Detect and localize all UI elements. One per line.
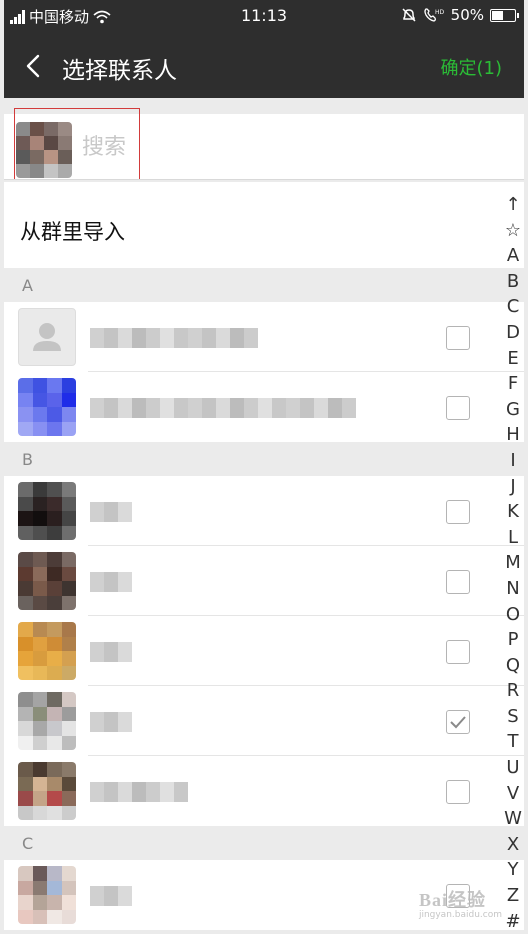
index-letter[interactable]: J: [510, 474, 515, 500]
index-letter[interactable]: Y: [508, 857, 519, 883]
contact-row[interactable]: [4, 476, 524, 546]
contact-name-blurred: [90, 502, 132, 522]
section-letter: A: [22, 276, 33, 295]
contact-name-blurred: [90, 398, 356, 418]
index-letter[interactable]: H: [506, 422, 520, 448]
contact-row[interactable]: [4, 372, 524, 442]
section-letter: B: [22, 450, 33, 469]
contact-row[interactable]: [4, 546, 524, 616]
index-letter[interactable]: #: [505, 909, 520, 934]
confirm-button[interactable]: 确定(1): [441, 54, 503, 80]
hd-call-icon: HD: [424, 8, 445, 22]
section-header-a: A: [4, 268, 524, 302]
alphabet-index-bar[interactable]: ↑ ☆ A B C D E F G H I J K L M N O P Q R S T U V W X Y Z #: [498, 192, 528, 934]
contact-avatar: [18, 692, 76, 750]
index-letter[interactable]: P: [508, 627, 519, 653]
import-from-group-row[interactable]: 从群里导入: [4, 182, 524, 268]
battery-percent: 50%: [450, 6, 484, 24]
contact-checkbox[interactable]: [446, 780, 470, 804]
contact-checkbox[interactable]: [446, 326, 470, 350]
import-from-group-label: 从群里导入: [20, 220, 125, 244]
index-letter[interactable]: M: [505, 550, 521, 576]
baidu-jingyan-watermark: Bai经验 jingyan.baidu.com: [418, 890, 502, 920]
mute-bell-icon: [402, 8, 416, 22]
contact-name-blurred: [90, 712, 132, 732]
contact-checkbox[interactable]: [446, 570, 470, 594]
index-letter[interactable]: R: [507, 678, 520, 704]
index-letter[interactable]: ↑: [505, 192, 520, 218]
search-input[interactable]: [82, 130, 502, 164]
index-letter[interactable]: D: [506, 320, 520, 346]
contact-avatar: [18, 552, 76, 610]
index-letter[interactable]: N: [506, 576, 519, 602]
contact-name-blurred: [90, 642, 132, 662]
index-letter[interactable]: A: [507, 243, 519, 269]
contact-name-blurred: [90, 328, 258, 348]
default-avatar-icon: [18, 308, 76, 366]
contact-avatar: [18, 762, 76, 820]
index-letter[interactable]: S: [507, 704, 518, 730]
section-header-b: B: [4, 442, 524, 476]
contact-name-blurred: [90, 782, 188, 802]
contact-name-blurred: [90, 886, 132, 906]
contact-row[interactable]: [4, 616, 524, 686]
search-area: [4, 108, 524, 180]
selected-contact-avatar[interactable]: [16, 122, 72, 178]
nav-bar: 选择联系人 确定(1): [4, 34, 524, 98]
contact-avatar: [18, 482, 76, 540]
back-arrow-icon[interactable]: [22, 54, 46, 78]
svg-text:HD: HD: [435, 9, 445, 16]
contact-checkbox[interactable]: [446, 396, 470, 420]
section-header-c: C: [4, 826, 524, 860]
index-letter[interactable]: I: [510, 448, 515, 474]
index-letter[interactable]: E: [507, 346, 518, 372]
contact-checkbox[interactable]: [446, 500, 470, 524]
status-bar: 中国移动 11:13 HD 50%: [4, 0, 524, 34]
index-letter[interactable]: C: [507, 294, 520, 320]
search-underline: [4, 179, 524, 180]
contact-checkbox[interactable]: [446, 710, 470, 734]
section-letter: C: [22, 834, 34, 853]
index-letter[interactable]: ☆: [505, 218, 521, 244]
contact-avatar: [18, 622, 76, 680]
index-letter[interactable]: X: [507, 832, 519, 858]
contact-name-blurred: [90, 572, 132, 592]
page-title: 选择联系人: [62, 58, 177, 84]
index-letter[interactable]: Q: [506, 653, 520, 679]
contact-row[interactable]: [4, 686, 524, 756]
contact-row[interactable]: [4, 756, 524, 826]
index-letter[interactable]: Z: [507, 883, 519, 909]
index-letter[interactable]: G: [506, 397, 520, 423]
contact-row[interactable]: [4, 302, 524, 372]
contact-avatar: [18, 378, 76, 436]
index-letter[interactable]: L: [508, 525, 518, 551]
index-letter[interactable]: B: [507, 269, 519, 295]
index-letter[interactable]: U: [506, 755, 519, 781]
screen: 中国移动 11:13 HD 50% 选择联系人 确定(1) 搜索 从群里导入 A…: [0, 0, 528, 934]
index-letter[interactable]: W: [504, 806, 522, 832]
contact-avatar: [18, 866, 76, 924]
index-letter[interactable]: O: [506, 602, 520, 628]
status-right: HD 50%: [401, 6, 519, 24]
contact-checkbox[interactable]: [446, 640, 470, 664]
index-letter[interactable]: F: [508, 371, 518, 397]
index-letter[interactable]: T: [508, 729, 519, 755]
index-letter[interactable]: K: [507, 499, 519, 525]
battery-icon: [490, 8, 519, 22]
index-letter[interactable]: V: [507, 781, 519, 807]
